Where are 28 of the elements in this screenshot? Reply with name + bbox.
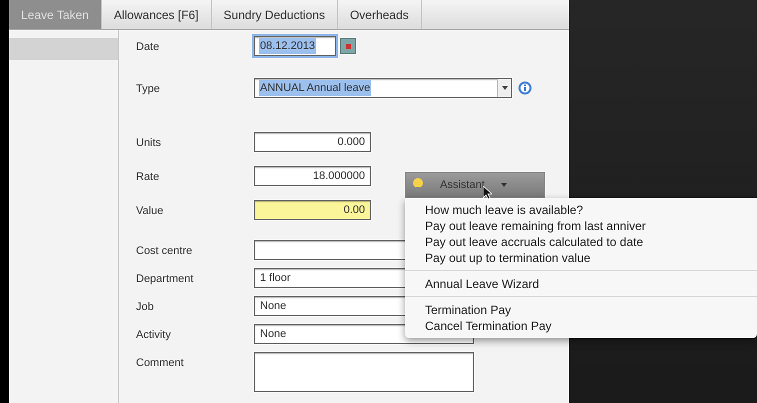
field-label: Date	[136, 40, 160, 55]
menu-item[interactable]: Pay out up to termination value	[405, 250, 757, 266]
menu-item[interactable]: Pay out leave remaining from last anniver	[405, 218, 757, 234]
caret-icon	[497, 79, 511, 97]
number-field[interactable]: 18.000000	[254, 166, 371, 186]
tab[interactable]: Allowances [F6]	[102, 0, 212, 29]
field-label: Rate	[136, 170, 160, 185]
info-icon[interactable]	[518, 81, 532, 95]
field-label: Units	[136, 136, 162, 151]
tab[interactable]: Overheads	[338, 0, 422, 29]
field-label: Cost centre	[136, 244, 194, 259]
field-label: Job	[136, 300, 155, 315]
tab[interactable]: Sundry Deductions	[212, 0, 338, 29]
menu-item[interactable]: How much leave is available?	[405, 202, 757, 218]
number-field[interactable]: 0.000	[254, 132, 371, 152]
comment-field[interactable]	[254, 352, 474, 392]
number-field[interactable]: 0.00	[254, 200, 371, 220]
assistant-button[interactable]: Assistant	[405, 172, 545, 198]
caret-icon	[500, 183, 507, 187]
field-label: Department	[136, 272, 194, 287]
lightbulb-icon	[412, 178, 424, 192]
type-dropdown[interactable]: ANNUAL Annual leave	[254, 78, 512, 98]
field-label: Type	[136, 82, 161, 97]
date-field[interactable]: 08.12.2013	[254, 36, 336, 56]
field-label: Comment	[136, 356, 185, 371]
field-label: Value	[136, 204, 164, 219]
menu-item[interactable]: Pay out leave accruals calculated to date	[405, 234, 757, 250]
field-label: Activity	[136, 328, 172, 343]
